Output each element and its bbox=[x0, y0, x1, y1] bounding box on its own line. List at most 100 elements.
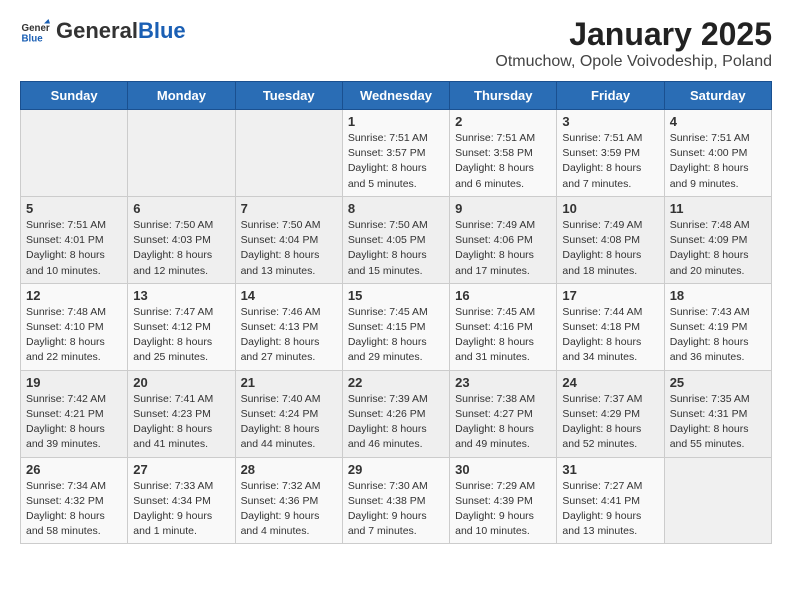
calendar-cell: 1 Sunrise: 7:51 AM Sunset: 3:57 PM Daylig… bbox=[342, 110, 449, 197]
day-info: Sunrise: 7:47 AM Sunset: 4:12 PM Dayligh… bbox=[133, 305, 229, 366]
day-number: 11 bbox=[670, 201, 766, 216]
day-info: Sunrise: 7:51 AM Sunset: 3:57 PM Dayligh… bbox=[348, 131, 444, 192]
calendar-cell: 12 Sunrise: 7:48 AM Sunset: 4:10 PM Dayli… bbox=[21, 283, 128, 370]
day-number: 1 bbox=[348, 114, 444, 129]
day-info: Sunrise: 7:50 AM Sunset: 4:05 PM Dayligh… bbox=[348, 218, 444, 279]
calendar-cell: 17 Sunrise: 7:44 AM Sunset: 4:18 PM Dayli… bbox=[557, 283, 664, 370]
day-info: Sunrise: 7:49 AM Sunset: 4:06 PM Dayligh… bbox=[455, 218, 551, 279]
calendar-cell: 16 Sunrise: 7:45 AM Sunset: 4:16 PM Dayli… bbox=[450, 283, 557, 370]
day-number: 2 bbox=[455, 114, 551, 129]
day-number: 31 bbox=[562, 462, 658, 477]
day-number: 28 bbox=[241, 462, 337, 477]
weekday-header-wednesday: Wednesday bbox=[342, 82, 449, 110]
day-number: 26 bbox=[26, 462, 122, 477]
svg-text:General: General bbox=[22, 23, 51, 34]
calendar-cell: 2 Sunrise: 7:51 AM Sunset: 3:58 PM Daylig… bbox=[450, 110, 557, 197]
day-info: Sunrise: 7:32 AM Sunset: 4:36 PM Dayligh… bbox=[241, 479, 337, 540]
logo-general-text: General bbox=[56, 18, 138, 43]
day-number: 10 bbox=[562, 201, 658, 216]
calendar-cell: 22Sunrise: 7:39 AM Sunset: 4:26 PM Dayli… bbox=[342, 370, 449, 457]
day-info: Sunrise: 7:40 AM Sunset: 4:24 PM Dayligh… bbox=[241, 392, 337, 453]
calendar-cell: 30Sunrise: 7:29 AM Sunset: 4:39 PM Dayli… bbox=[450, 457, 557, 544]
weekday-header-row: SundayMondayTuesdayWednesdayThursdayFrid… bbox=[21, 82, 772, 110]
week-row-4: 19 Sunrise: 7:42 AM Sunset: 4:21 PM Dayli… bbox=[21, 370, 772, 457]
day-info: Sunrise: 7:44 AM Sunset: 4:18 PM Dayligh… bbox=[562, 305, 658, 366]
day-info: Sunrise: 7:51 AM Sunset: 4:01 PM Dayligh… bbox=[26, 218, 122, 279]
calendar-cell: 6Sunrise: 7:50 AM Sunset: 4:03 PM Daylig… bbox=[128, 196, 235, 283]
day-info: Sunrise: 7:34 AM Sunset: 4:32 PM Dayligh… bbox=[26, 479, 122, 540]
day-number: 16 bbox=[455, 288, 551, 303]
calendar-cell: 19 Sunrise: 7:42 AM Sunset: 4:21 PM Dayli… bbox=[21, 370, 128, 457]
day-number: 30 bbox=[455, 462, 551, 477]
day-info: Sunrise: 7:43 AM Sunset: 4:19 PM Dayligh… bbox=[670, 305, 766, 366]
logo: General Blue GeneralBlue bbox=[20, 16, 186, 46]
calendar-cell: 13Sunrise: 7:47 AM Sunset: 4:12 PM Dayli… bbox=[128, 283, 235, 370]
day-info: Sunrise: 7:48 AM Sunset: 4:09 PM Dayligh… bbox=[670, 218, 766, 279]
day-number: 25 bbox=[670, 375, 766, 390]
day-number: 15 bbox=[348, 288, 444, 303]
week-row-5: 26 Sunrise: 7:34 AM Sunset: 4:32 PM Dayli… bbox=[21, 457, 772, 544]
day-number: 4 bbox=[670, 114, 766, 129]
day-info: Sunrise: 7:35 AM Sunset: 4:31 PM Dayligh… bbox=[670, 392, 766, 453]
day-info: Sunrise: 7:38 AM Sunset: 4:27 PM Dayligh… bbox=[455, 392, 551, 453]
calendar-cell: 15 Sunrise: 7:45 AM Sunset: 4:15 PM Dayli… bbox=[342, 283, 449, 370]
calendar-cell: 29 Sunrise: 7:30 AM Sunset: 4:38 PM Dayli… bbox=[342, 457, 449, 544]
day-info: Sunrise: 7:30 AM Sunset: 4:38 PM Dayligh… bbox=[348, 479, 444, 540]
day-info: Sunrise: 7:39 AM Sunset: 4:26 PM Dayligh… bbox=[348, 392, 444, 453]
calendar-cell bbox=[21, 110, 128, 197]
day-info: Sunrise: 7:45 AM Sunset: 4:15 PM Dayligh… bbox=[348, 305, 444, 366]
day-info: Sunrise: 7:48 AM Sunset: 4:10 PM Dayligh… bbox=[26, 305, 122, 366]
day-number: 19 bbox=[26, 375, 122, 390]
day-number: 29 bbox=[348, 462, 444, 477]
logo-blue-text: Blue bbox=[138, 18, 186, 43]
calendar-cell: 18 Sunrise: 7:43 AM Sunset: 4:19 PM Dayli… bbox=[664, 283, 771, 370]
title-area: January 2025 Otmuchow, Opole Voivodeship… bbox=[495, 16, 772, 71]
day-number: 14 bbox=[241, 288, 337, 303]
weekday-header-saturday: Saturday bbox=[664, 82, 771, 110]
calendar-cell: 3Sunrise: 7:51 AM Sunset: 3:59 PM Daylig… bbox=[557, 110, 664, 197]
day-number: 18 bbox=[670, 288, 766, 303]
calendar-cell: 5 Sunrise: 7:51 AM Sunset: 4:01 PM Daylig… bbox=[21, 196, 128, 283]
day-info: Sunrise: 7:49 AM Sunset: 4:08 PM Dayligh… bbox=[562, 218, 658, 279]
day-number: 17 bbox=[562, 288, 658, 303]
calendar-cell: 4 Sunrise: 7:51 AM Sunset: 4:00 PM Daylig… bbox=[664, 110, 771, 197]
calendar-cell: 10 Sunrise: 7:49 AM Sunset: 4:08 PM Dayli… bbox=[557, 196, 664, 283]
calendar-cell: 23Sunrise: 7:38 AM Sunset: 4:27 PM Dayli… bbox=[450, 370, 557, 457]
day-info: Sunrise: 7:51 AM Sunset: 4:00 PM Dayligh… bbox=[670, 131, 766, 192]
svg-text:Blue: Blue bbox=[22, 34, 44, 45]
day-info: Sunrise: 7:45 AM Sunset: 4:16 PM Dayligh… bbox=[455, 305, 551, 366]
calendar-cell bbox=[664, 457, 771, 544]
calendar-cell: 7Sunrise: 7:50 AM Sunset: 4:04 PM Daylig… bbox=[235, 196, 342, 283]
day-info: Sunrise: 7:51 AM Sunset: 3:58 PM Dayligh… bbox=[455, 131, 551, 192]
day-info: Sunrise: 7:41 AM Sunset: 4:23 PM Dayligh… bbox=[133, 392, 229, 453]
day-info: Sunrise: 7:50 AM Sunset: 4:03 PM Dayligh… bbox=[133, 218, 229, 279]
calendar-cell: 27 Sunrise: 7:33 AM Sunset: 4:34 PM Dayli… bbox=[128, 457, 235, 544]
day-number: 9 bbox=[455, 201, 551, 216]
day-number: 27 bbox=[133, 462, 229, 477]
weekday-header-friday: Friday bbox=[557, 82, 664, 110]
calendar-cell: 9 Sunrise: 7:49 AM Sunset: 4:06 PM Daylig… bbox=[450, 196, 557, 283]
calendar-cell: 20Sunrise: 7:41 AM Sunset: 4:23 PM Dayli… bbox=[128, 370, 235, 457]
weekday-header-tuesday: Tuesday bbox=[235, 82, 342, 110]
calendar-cell bbox=[128, 110, 235, 197]
day-number: 24 bbox=[562, 375, 658, 390]
day-number: 21 bbox=[241, 375, 337, 390]
logo-icon: General Blue bbox=[20, 16, 50, 46]
calendar-cell: 24Sunrise: 7:37 AM Sunset: 4:29 PM Dayli… bbox=[557, 370, 664, 457]
weekday-header-sunday: Sunday bbox=[21, 82, 128, 110]
calendar-cell: 31Sunrise: 7:27 AM Sunset: 4:41 PM Dayli… bbox=[557, 457, 664, 544]
day-number: 12 bbox=[26, 288, 122, 303]
calendar-cell: 14Sunrise: 7:46 AM Sunset: 4:13 PM Dayli… bbox=[235, 283, 342, 370]
day-info: Sunrise: 7:50 AM Sunset: 4:04 PM Dayligh… bbox=[241, 218, 337, 279]
day-number: 5 bbox=[26, 201, 122, 216]
calendar-cell bbox=[235, 110, 342, 197]
calendar-cell: 11 Sunrise: 7:48 AM Sunset: 4:09 PM Dayli… bbox=[664, 196, 771, 283]
weekday-header-thursday: Thursday bbox=[450, 82, 557, 110]
header: General Blue GeneralBlue January 2025 Ot… bbox=[20, 16, 772, 71]
subtitle: Otmuchow, Opole Voivodeship, Poland bbox=[495, 53, 772, 71]
day-number: 3 bbox=[562, 114, 658, 129]
day-info: Sunrise: 7:42 AM Sunset: 4:21 PM Dayligh… bbox=[26, 392, 122, 453]
week-row-2: 5 Sunrise: 7:51 AM Sunset: 4:01 PM Daylig… bbox=[21, 196, 772, 283]
week-row-1: 1 Sunrise: 7:51 AM Sunset: 3:57 PM Daylig… bbox=[21, 110, 772, 197]
day-info: Sunrise: 7:33 AM Sunset: 4:34 PM Dayligh… bbox=[133, 479, 229, 540]
